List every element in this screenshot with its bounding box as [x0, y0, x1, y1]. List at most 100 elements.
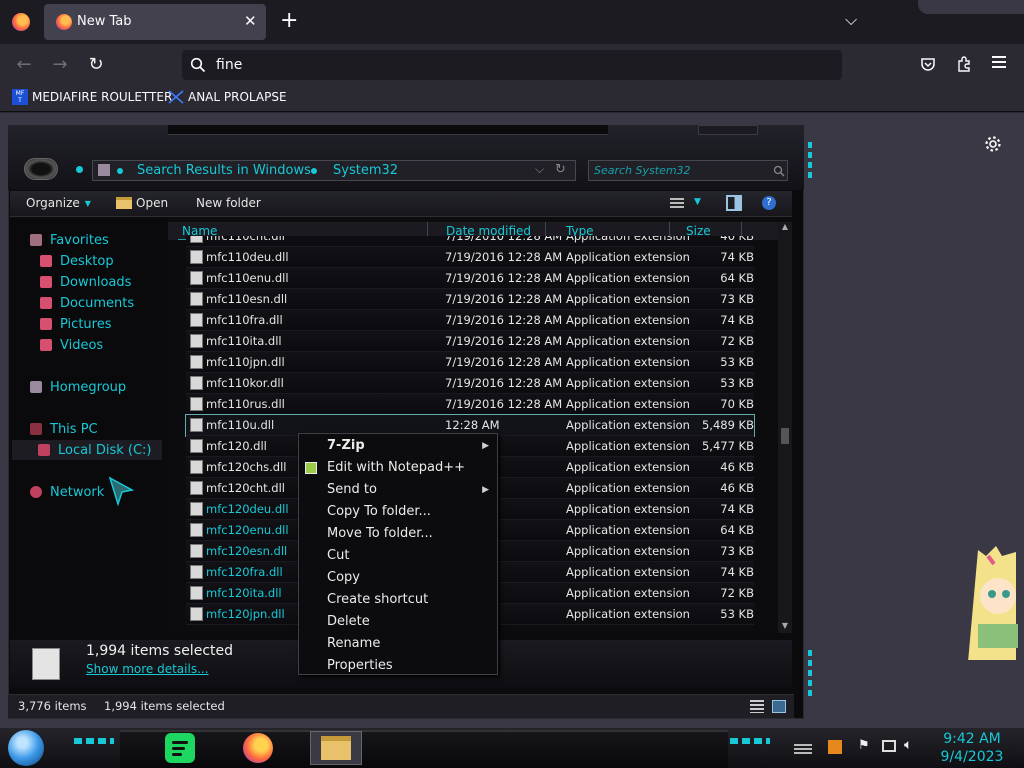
search-box[interactable]: Search System32 — [588, 160, 788, 181]
tiles-view-icon[interactable] — [772, 700, 786, 713]
nav-desktop[interactable]: Desktop — [40, 251, 114, 271]
nav-local-disk[interactable]: Local Disk (C:) — [12, 440, 162, 460]
menu-item-send-to[interactable]: Send to ▶ — [299, 479, 497, 501]
nav-dot-icon[interactable] — [76, 166, 83, 173]
chevron-down-icon[interactable]: ▼ — [694, 197, 701, 207]
cell-name: mfc110fra.dll — [206, 313, 283, 327]
extensions-icon[interactable] — [956, 55, 973, 72]
spotify-icon[interactable] — [160, 731, 200, 765]
nav-label: Documents — [60, 295, 135, 311]
table-row[interactable]: mfc110deu.dll 7/19/2016 12:28 AM Applicati… — [186, 247, 754, 268]
cell-type: Application extension — [566, 418, 690, 432]
back-icon[interactable]: ← — [10, 50, 38, 78]
url-input[interactable]: fine — [216, 57, 242, 73]
menu-item-properties[interactable]: Properties — [299, 655, 497, 677]
nav-favorites[interactable]: Favorites — [30, 230, 109, 250]
breadcrumb-search-results[interactable]: Search Results in Windows — [137, 163, 311, 178]
gear-icon[interactable] — [984, 135, 1002, 153]
new-folder-button[interactable]: New folder — [196, 196, 261, 210]
firefox-icon[interactable] — [238, 731, 278, 765]
table-row[interactable]: mfc110ita.dll 7/19/2016 12:28 AM Applicati… — [186, 331, 754, 352]
status-item-count: 3,776 items — [18, 699, 87, 713]
network-icon[interactable] — [882, 740, 896, 752]
firefox-icon[interactable] — [12, 13, 30, 31]
table-row[interactable]: mfc110rus.dll 7/19/2016 12:28 AM Applicati… — [186, 394, 754, 415]
nav-network[interactable]: Network — [30, 482, 104, 502]
preview-pane-icon[interactable] — [726, 195, 742, 211]
start-orb-icon[interactable] — [8, 730, 44, 766]
scroll-thumb[interactable] — [781, 428, 789, 444]
breadcrumb-system32[interactable]: System32 — [333, 163, 398, 178]
cell-size: 74 KB — [720, 565, 754, 579]
nav-pictures[interactable]: Pictures — [40, 314, 111, 334]
cell-type: Application extension — [566, 502, 690, 516]
tab-new-tab[interactable]: New Tab ✕ — [44, 4, 266, 40]
nav-homegroup[interactable]: Homegroup — [30, 377, 126, 397]
help-icon[interactable]: ? — [762, 196, 776, 210]
cell-size: 64 KB — [720, 523, 754, 537]
menu-item-label: Send to — [327, 482, 377, 497]
nav-documents[interactable]: Documents — [40, 293, 134, 313]
chevron-down-icon[interactable]: ⌵ — [845, 10, 857, 30]
table-row[interactable]: mfc110kor.dll 7/19/2016 12:28 AM Applicati… — [186, 373, 754, 394]
pocket-icon[interactable] — [920, 56, 936, 72]
menu-item-delete[interactable]: Delete — [299, 611, 497, 633]
menu-item-cut[interactable]: Cut — [299, 545, 497, 567]
table-row[interactable]: mfc110enu.dll 7/19/2016 12:28 AM Applicati… — [186, 268, 754, 289]
close-icon[interactable]: ✕ — [244, 12, 257, 30]
menu-item-edit-with-notepad[interactable]: Edit with Notepad++ — [299, 457, 497, 479]
scroll-down-icon[interactable]: ▼ — [778, 621, 792, 633]
dll-file-icon — [190, 565, 203, 579]
menu-item-7-zip[interactable]: 7-Zip ▶ — [299, 435, 497, 457]
table-row[interactable]: mfc110fra.dll 7/19/2016 12:28 AM Applicati… — [186, 310, 754, 331]
menu-item-label: Move To folder... — [327, 526, 433, 541]
bookmark-mediafire[interactable]: MF T MEDIAFIRE ROULETTER — [12, 89, 172, 105]
nav-downloads[interactable]: Downloads — [40, 272, 131, 292]
organize-label: Organize — [26, 196, 80, 210]
file-explorer-icon[interactable] — [310, 731, 362, 765]
menu-icon[interactable] — [992, 56, 1006, 68]
url-bar[interactable]: fine — [182, 50, 842, 80]
table-row[interactable]: mfc110jpn.dll 7/19/2016 12:28 AM Applicati… — [186, 352, 754, 373]
address-bar[interactable]: Search Results in Windows System32 ⌵ ↻ — [92, 160, 576, 181]
computer-icon — [30, 423, 42, 435]
nav-videos[interactable]: Videos — [40, 335, 103, 355]
refresh-icon[interactable]: ↻ — [555, 162, 566, 177]
system-clock[interactable]: 9:42 AM 9/4/2023 — [934, 728, 1010, 768]
volume-icon[interactable]: 🔈︎ — [904, 737, 912, 753]
flag-icon[interactable]: ⚑ — [858, 738, 870, 753]
search-input[interactable]: Search System32 — [594, 164, 691, 177]
cell-size: 73 KB — [720, 292, 754, 306]
videos-icon — [40, 339, 52, 351]
menu-item-move-to-folder[interactable]: Move To folder... — [299, 523, 497, 545]
view-options-icon[interactable] — [670, 198, 684, 210]
menu-item-label: Copy — [327, 570, 360, 585]
details-view-icon[interactable] — [750, 700, 764, 713]
tray-app-icon[interactable] — [828, 740, 842, 754]
show-more-details-link[interactable]: Show more details... — [86, 662, 209, 676]
organize-button[interactable]: Organize ▼ — [26, 196, 91, 210]
reload-icon[interactable]: ↻ — [82, 50, 110, 78]
menu-item-create-shortcut[interactable]: Create shortcut — [299, 589, 497, 611]
plus-icon[interactable]: + — [280, 8, 298, 33]
dll-file-icon — [190, 376, 203, 390]
scroll-up-icon[interactable]: ▲ — [778, 222, 792, 234]
show-hidden-icons-icon[interactable] — [794, 744, 812, 754]
table-row[interactable]: mfc110cht.dll 7/19/2016 12:28 AM Applicati… — [186, 236, 754, 247]
table-row[interactable]: mfc110esn.dll 7/19/2016 12:28 AM Applicati… — [186, 289, 754, 310]
nav-this-pc[interactable]: This PC — [30, 419, 98, 439]
menu-item-copy-to-folder[interactable]: Copy To folder... — [299, 501, 497, 523]
nav-orb-icon[interactable] — [24, 158, 58, 180]
forward-icon[interactable]: → — [46, 50, 74, 78]
vertical-scrollbar[interactable]: ▲ ▼ — [778, 222, 792, 633]
open-button[interactable]: Open — [116, 196, 168, 210]
menu-item-rename[interactable]: Rename — [299, 633, 497, 655]
menu-item-copy[interactable]: Copy — [299, 567, 497, 589]
cell-type: Application extension — [566, 460, 690, 474]
cell-date: 7/19/2016 12:28 AM — [445, 250, 563, 264]
bookmark-prolapse[interactable]: ANAL PROLAPSE — [168, 89, 287, 105]
chevron-down-icon[interactable]: ⌵ — [535, 162, 544, 177]
clock-date: 9/4/2023 — [940, 749, 1004, 765]
status-bar: 3,776 items 1,994 items selected — [8, 694, 794, 718]
cell-size: 73 KB — [720, 544, 754, 558]
